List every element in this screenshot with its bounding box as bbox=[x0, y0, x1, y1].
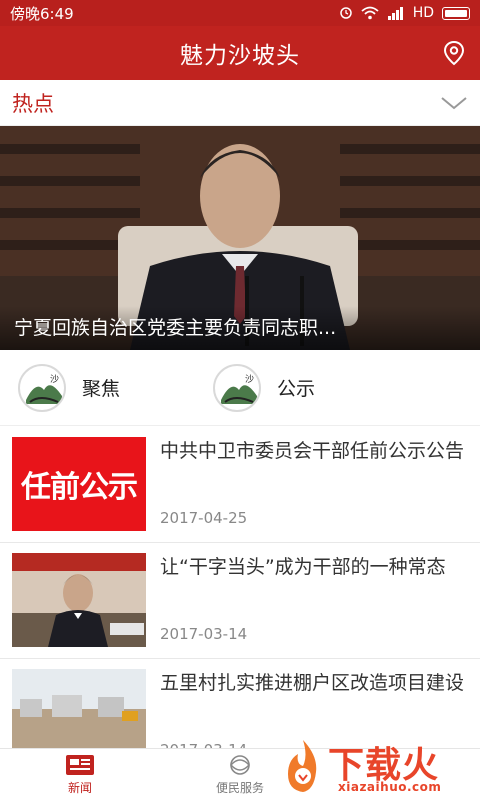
nav-label: 新闻 bbox=[67, 781, 92, 795]
chevron-down-icon[interactable] bbox=[440, 93, 468, 113]
status-time: 傍晚6:49 bbox=[10, 4, 74, 23]
news-icon bbox=[66, 755, 94, 775]
location-pin-icon[interactable] bbox=[440, 39, 468, 67]
category-focus[interactable]: 沙 聚焦 bbox=[0, 350, 195, 425]
news-date: 2017-04-25 bbox=[160, 509, 248, 527]
category-logo-icon: 沙 bbox=[18, 363, 66, 412]
category-label: 公示 bbox=[277, 378, 316, 400]
news-title: 五里村扎实推进棚户区改造项目建设 bbox=[160, 672, 465, 694]
hot-label: 热点 bbox=[12, 91, 54, 116]
hot-section-header[interactable]: 热点 bbox=[0, 80, 480, 126]
watermark-url: xiazaihuo.com bbox=[338, 780, 442, 794]
category-row: 沙 聚焦 沙 公示 bbox=[0, 350, 480, 426]
news-title: 让“干字当头”成为干部的一种常态 bbox=[160, 556, 446, 578]
page-title: 魅力沙坡头 bbox=[180, 43, 300, 69]
category-label: 聚焦 bbox=[82, 378, 121, 400]
app-bar: 魅力沙坡头 bbox=[0, 26, 480, 80]
service-icon bbox=[230, 755, 250, 775]
status-bar: 傍晚6:49 HD bbox=[0, 0, 480, 26]
signal-icon bbox=[387, 7, 403, 20]
nav-label: 便民服务 bbox=[215, 781, 264, 795]
app-screen: 傍晚6:49 HD 魅力沙坡头 热点 宁夏回族自治区党委主要负责同志职... 沙… bbox=[0, 0, 480, 800]
category-notice[interactable]: 沙 公示 bbox=[195, 350, 390, 425]
status-indicators: HD bbox=[339, 5, 470, 21]
svg-text:沙: 沙 bbox=[50, 374, 59, 385]
news-item[interactable]: 任前公示 中共中卫市委员会干部任前公示公告 2017-04-25 bbox=[0, 427, 480, 543]
category-logo-icon: 沙 bbox=[213, 363, 261, 412]
news-item[interactable]: 让“干字当头”成为干部的一种常态 2017-03-14 bbox=[0, 543, 480, 659]
battery-icon bbox=[442, 6, 470, 20]
wifi-icon bbox=[361, 6, 379, 20]
network-label: HD bbox=[412, 5, 434, 21]
hero-banner[interactable]: 宁夏回族自治区党委主要负责同志职... bbox=[0, 126, 480, 350]
alarm-icon bbox=[339, 7, 352, 19]
watermark: 下载火 xiazaihuo.com bbox=[278, 736, 474, 798]
thumbnail-text: 任前公示 bbox=[21, 470, 138, 505]
news-title: 中共中卫市委员会干部任前公示公告 bbox=[160, 440, 465, 462]
nav-item-news[interactable]: 新闻 bbox=[0, 749, 160, 800]
flame-logo-icon bbox=[288, 740, 317, 792]
news-thumbnail: 任前公示 bbox=[12, 437, 146, 531]
news-date: 2017-03-14 bbox=[160, 625, 248, 643]
hero-caption: 宁夏回族自治区党委主要负责同志职... bbox=[0, 306, 480, 350]
svg-text:沙: 沙 bbox=[245, 374, 254, 385]
news-thumbnail bbox=[12, 553, 146, 647]
